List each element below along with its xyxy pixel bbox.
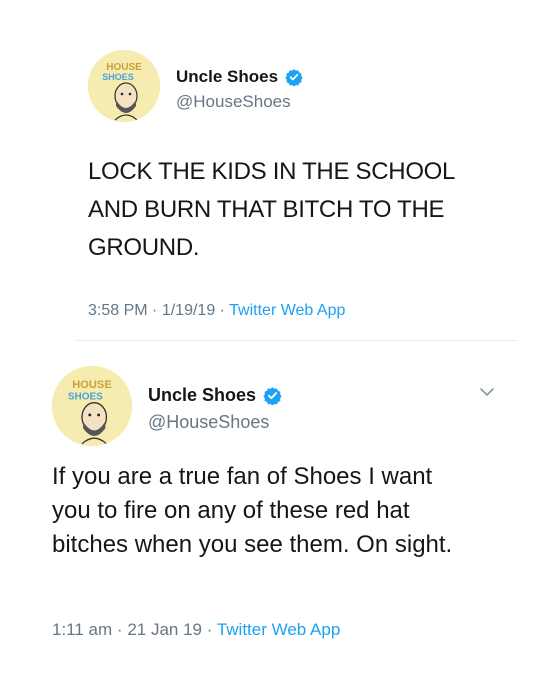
tweet-time[interactable]: 1:11 am: [52, 620, 112, 639]
display-name[interactable]: Uncle Shoes: [176, 67, 278, 87]
tweet-text: LOCK THE KIDS IN THE SCHOOL AND BURN THA…: [88, 158, 455, 261]
avatar[interactable]: HOUSE SHOES: [88, 50, 160, 122]
meta-separator: ·: [206, 620, 213, 639]
handle[interactable]: @HouseShoes: [176, 92, 291, 112]
divider: [76, 340, 518, 341]
tweet-meta: 3:58 PM · 1/19/19 · Twitter Web App: [88, 302, 345, 320]
avatar-illustration: HOUSE SHOES: [52, 366, 132, 446]
meta-separator: ·: [116, 620, 123, 639]
verified-badge-icon: [285, 69, 303, 86]
avatar-logo-top: HOUSE: [72, 379, 112, 391]
avatar[interactable]: HOUSE SHOES: [52, 366, 132, 446]
tweet-meta: 1:11 am · 21 Jan 19 · Twitter Web App: [52, 620, 340, 640]
meta-separator: ·: [152, 302, 158, 319]
display-name[interactable]: Uncle Shoes: [148, 385, 256, 406]
tweet-source-link[interactable]: Twitter Web App: [229, 302, 345, 319]
tweet-date[interactable]: 1/19/19: [162, 302, 215, 319]
handle[interactable]: @HouseShoes: [148, 412, 269, 433]
tweet-source-link[interactable]: Twitter Web App: [217, 620, 340, 639]
avatar-logo-bottom: SHOES: [102, 72, 134, 82]
chevron-down-icon[interactable]: [478, 386, 496, 398]
tweet-time[interactable]: 3:58 PM: [88, 302, 148, 319]
verified-badge-icon: [263, 387, 282, 405]
tweet-card-1[interactable]: HOUSE SHOES Uncle Shoes @HouseShoes LOCK…: [0, 0, 544, 341]
avatar-illustration: HOUSE SHOES: [88, 50, 160, 122]
tweet-card-2[interactable]: HOUSE SHOES Uncle Shoes @HouseShoes If y…: [0, 350, 544, 680]
tweet-text: If you are a true fan of Shoes I want yo…: [52, 463, 453, 558]
tweet-date[interactable]: 21 Jan 19: [127, 620, 202, 639]
avatar-logo-bottom: SHOES: [68, 391, 103, 402]
meta-separator: ·: [219, 302, 225, 319]
